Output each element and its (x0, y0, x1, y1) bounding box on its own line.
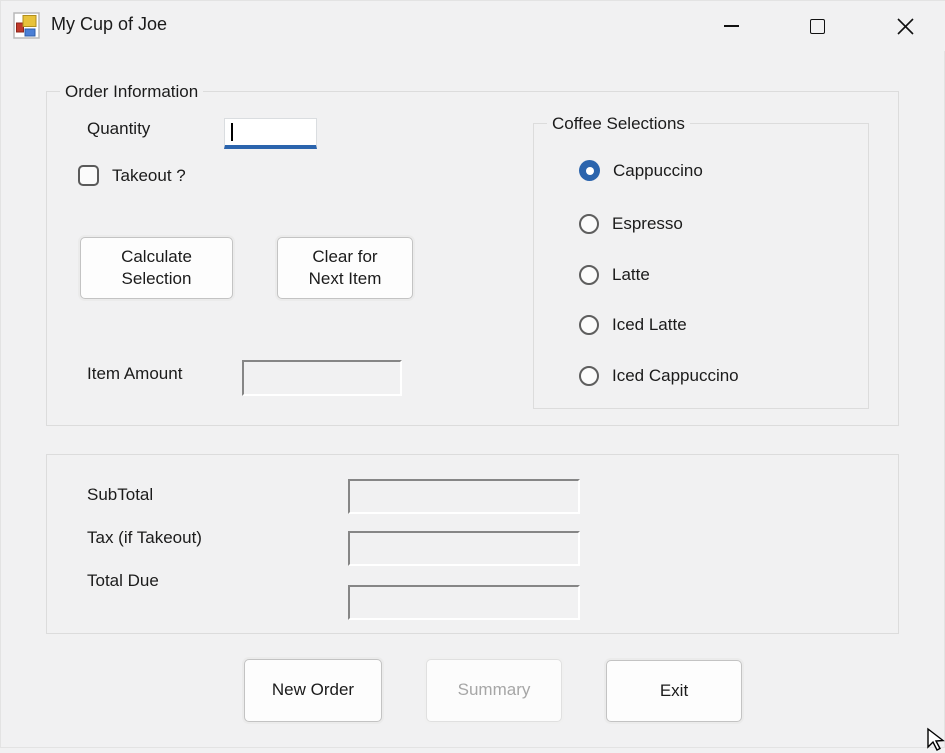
maximize-button[interactable] (793, 1, 841, 51)
radio-iced-latte[interactable]: Iced Latte (579, 315, 687, 335)
coffee-selections-title: Coffee Selections (547, 114, 690, 134)
radio-label: Cappuccino (613, 161, 703, 181)
quantity-label: Quantity (87, 119, 150, 139)
takeout-checkbox (78, 165, 99, 186)
radio-cappuccino[interactable]: Cappuccino (579, 160, 703, 181)
takeout-checkbox-row[interactable]: Takeout ? (78, 165, 186, 186)
arrow-cursor-icon (926, 727, 945, 753)
coffee-selections-groupbox: Coffee Selections Cappuccino Espresso La… (533, 123, 869, 409)
maximize-icon (810, 19, 825, 34)
winforms-app-icon (13, 12, 40, 39)
radio-button-icon (579, 366, 599, 386)
summary-button: Summary (426, 659, 562, 722)
titlebar[interactable]: My Cup of Joe (1, 1, 945, 51)
radio-label: Iced Latte (612, 315, 687, 335)
totals-groupbox: SubTotal Tax (if Takeout) Total Due (46, 454, 899, 634)
window-title: My Cup of Joe (51, 14, 167, 35)
tax-label: Tax (if Takeout) (87, 528, 202, 548)
close-icon (897, 18, 914, 35)
text-caret (231, 123, 233, 141)
calculate-button-line2: Selection (122, 268, 192, 290)
takeout-label: Takeout ? (112, 166, 186, 186)
radio-button-icon (579, 265, 599, 285)
radio-latte[interactable]: Latte (579, 265, 650, 285)
exit-button[interactable]: Exit (606, 660, 742, 722)
summary-button-label: Summary (458, 679, 531, 701)
radio-button-icon (579, 160, 600, 181)
calculate-selection-button[interactable]: Calculate Selection (80, 237, 233, 299)
new-order-button[interactable]: New Order (244, 659, 382, 722)
exit-button-label: Exit (660, 680, 688, 702)
order-information-title: Order Information (60, 82, 203, 102)
total-due-textbox[interactable] (348, 585, 580, 620)
radio-label: Espresso (612, 214, 683, 234)
clear-button-line1: Clear for (312, 246, 377, 268)
radio-iced-cappuccino[interactable]: Iced Cappuccino (579, 366, 739, 386)
quantity-input[interactable] (224, 118, 317, 149)
item-amount-textbox[interactable] (242, 360, 402, 396)
subtotal-textbox[interactable] (348, 479, 580, 514)
radio-button-icon (579, 315, 599, 335)
minimize-icon (724, 25, 739, 27)
subtotal-label: SubTotal (87, 485, 153, 505)
radio-button-icon (579, 214, 599, 234)
app-window: { "window": { "title": "My Cup of Joe", … (0, 0, 945, 748)
clear-button-line2: Next Item (309, 268, 382, 290)
quantity-field-wrap (224, 118, 317, 149)
close-button[interactable] (881, 1, 929, 51)
minimize-button[interactable] (707, 1, 755, 51)
total-due-label: Total Due (87, 571, 159, 591)
calculate-button-line1: Calculate (121, 246, 192, 268)
item-amount-label: Item Amount (87, 364, 182, 384)
radio-espresso[interactable]: Espresso (579, 214, 683, 234)
radio-label: Latte (612, 265, 650, 285)
radio-label: Iced Cappuccino (612, 366, 739, 386)
tax-textbox[interactable] (348, 531, 580, 566)
clear-for-next-item-button[interactable]: Clear for Next Item (277, 237, 413, 299)
new-order-button-label: New Order (272, 679, 354, 701)
